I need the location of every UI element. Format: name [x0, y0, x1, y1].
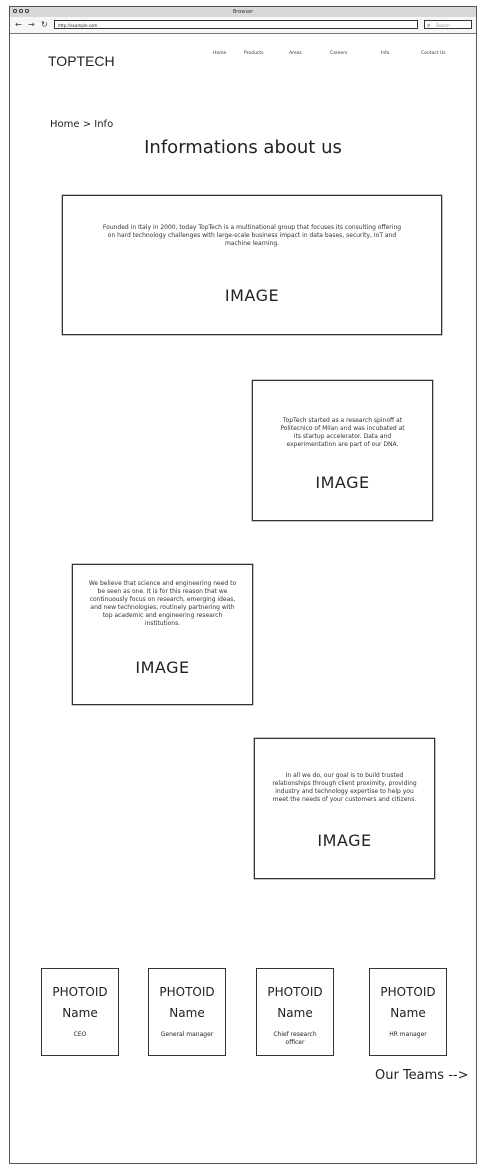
nav-link-contact-us[interactable]: Contact Us [421, 51, 446, 56]
browser-window: Browser ← → ↻ http://example.com ⌕ Searc… [9, 6, 477, 1164]
team-member-role: Chief research officer [273, 1031, 317, 1046]
team-member-card-hr-manager[interactable]: PHOTOID Name HR manager [369, 968, 447, 1056]
nav-link-areas[interactable]: Areas [289, 51, 302, 56]
team-member-name: Name [62, 1006, 98, 1020]
section-text-4: In all we do, our goal is to build trust… [272, 772, 417, 803]
info-section-card-2: TopTech started as a research spinoff at… [252, 380, 433, 521]
section-text-2: TopTech started as a research spinoff at… [280, 417, 405, 448]
back-arrow-icon[interactable]: ← [15, 19, 22, 31]
team-photo-placeholder: PHOTOID [52, 985, 108, 999]
browser-toolbar: ← → ↻ http://example.com ⌕ Search [10, 17, 476, 34]
window-controls[interactable] [13, 9, 29, 13]
forward-arrow-icon[interactable]: → [28, 19, 35, 31]
search-icon: ⌕ [427, 22, 431, 29]
search-placeholder: Search [436, 23, 450, 28]
browser-title: Browser [232, 9, 254, 15]
nav-link-careers[interactable]: Careers [330, 51, 347, 56]
team-photo-placeholder: PHOTOID [267, 985, 323, 999]
page-title: Informations about us [144, 137, 342, 158]
section-text-1: Founded in Italy in 2000, today TopTech … [102, 224, 402, 247]
minimize-window-icon[interactable] [19, 9, 23, 13]
nav-link-info[interactable]: Info [381, 51, 390, 56]
team-member-name: Name [169, 1006, 205, 1020]
info-section-card-3: We believe that science and engineering … [72, 564, 253, 705]
nav-link-home[interactable]: Home [213, 51, 226, 56]
image-placeholder-3: IMAGE [135, 658, 190, 677]
maximize-window-icon[interactable] [25, 9, 29, 13]
nav-link-products[interactable]: Products [244, 51, 263, 56]
team-member-role: General manager [160, 1031, 214, 1038]
breadcrumb[interactable]: Home > Info [50, 119, 113, 130]
search-input[interactable]: ⌕ Search [424, 20, 472, 29]
site-logo[interactable]: TOPTECH [48, 53, 115, 69]
team-member-role: HR manager [389, 1031, 427, 1038]
info-section-card-1: Founded in Italy in 2000, today TopTech … [62, 195, 442, 335]
image-placeholder-2: IMAGE [315, 473, 370, 492]
team-photo-placeholder: PHOTOID [159, 985, 215, 999]
close-window-icon[interactable] [13, 9, 17, 13]
team-member-card-ceo[interactable]: PHOTOID Name CEO [41, 968, 119, 1056]
team-member-name: Name [390, 1006, 426, 1020]
team-member-card-general-manager[interactable]: PHOTOID Name General manager [148, 968, 226, 1056]
team-member-name: Name [277, 1006, 313, 1020]
team-member-card-chief-research-officer[interactable]: PHOTOID Name Chief research officer [256, 968, 334, 1056]
url-bar[interactable]: http://example.com [54, 20, 418, 29]
image-placeholder-1: IMAGE [224, 286, 280, 305]
reload-icon[interactable]: ↻ [41, 19, 48, 31]
our-teams-link[interactable]: Our Teams --> [375, 1068, 469, 1083]
image-placeholder-4: IMAGE [317, 831, 372, 850]
team-photo-placeholder: PHOTOID [380, 985, 436, 999]
section-text-3: We believe that science and engineering … [88, 580, 237, 627]
info-section-card-4: In all we do, our goal is to build trust… [254, 738, 435, 879]
team-member-role: CEO [73, 1031, 87, 1038]
